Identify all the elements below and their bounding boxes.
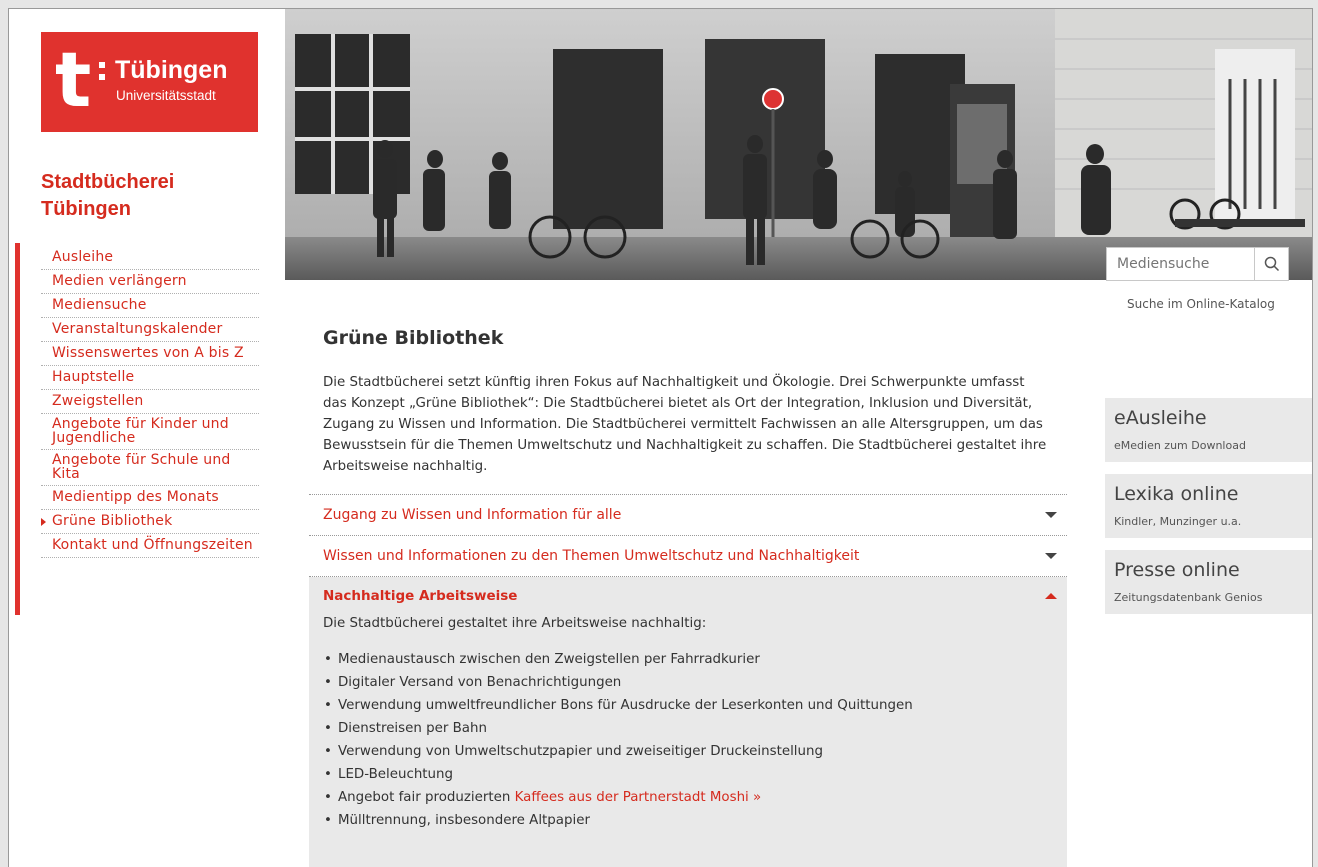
lexika-subtitle: Kindler, Munzinger u.a. xyxy=(1114,515,1242,528)
hero-image xyxy=(285,9,1312,280)
accordion-item-zugang[interactable]: Zugang zu Wissen und Information für all… xyxy=(309,495,1067,536)
search-icon xyxy=(1264,256,1279,272)
list-item: Verwendung von Umweltschutzpapier und zw… xyxy=(323,740,1067,763)
accordion-item-arbeitsweise: Nachhaltige Arbeitsweise Die Stadtbücher… xyxy=(309,577,1067,867)
nav-item-mediensuche[interactable]: Mediensuche xyxy=(41,294,259,318)
page-title: Grüne Bibliothek xyxy=(323,327,504,349)
media-search-input[interactable] xyxy=(1107,248,1254,280)
nav-item-kontakt[interactable]: Kontakt und Öffnungszeiten xyxy=(41,534,259,558)
nav-item-gruene-bibliothek[interactable]: Grüne Bibliothek xyxy=(41,510,259,534)
nav-item-angebote-kinder[interactable]: Angebote für Kinder und Jugendliche xyxy=(41,414,259,450)
logo-letter: t xyxy=(55,35,92,124)
accordion-title[interactable]: Wissen und Informationen zu den Themen U… xyxy=(309,536,1067,576)
nav-item-medientipp[interactable]: Medientipp des Monats xyxy=(41,486,259,510)
caret-down-icon[interactable] xyxy=(1045,512,1057,518)
nav-item-angebote-schule[interactable]: Angebote für Schule und Kita xyxy=(41,450,259,486)
sidebar-nav: Ausleihe Medien verlängern Mediensuche V… xyxy=(41,246,259,558)
page-frame: t Tübingen Universitätsstadt Stadtbücher… xyxy=(8,8,1313,867)
nav-item-zweigstellen[interactable]: Zweigstellen xyxy=(41,390,259,414)
list-item: Medienaustausch zwischen den Zweigstelle… xyxy=(323,648,1067,671)
accordion-body: Die Stadtbücherei gestaltet ihre Arbeits… xyxy=(309,616,1067,832)
lexika-title: Lexika online xyxy=(1114,483,1239,505)
nav-accent-bar xyxy=(15,243,20,615)
logo-name: Tübingen xyxy=(115,56,228,84)
sidebar: t Tübingen Universitätsstadt Stadtbücher… xyxy=(9,9,284,867)
site-title[interactable]: Stadtbücherei Tübingen xyxy=(41,169,261,223)
search-hint-link[interactable]: Suche im Online-Katalog xyxy=(1127,297,1275,311)
list-item: Digitaler Versand von Benachrichtigungen xyxy=(323,671,1067,694)
accordion-lead: Die Stadtbücherei gestaltet ihre Arbeits… xyxy=(323,616,707,631)
eausleihe-subtitle: eMedien zum Download xyxy=(1114,439,1246,452)
nav-item-hauptstelle[interactable]: Hauptstelle xyxy=(41,366,259,390)
accordion-title[interactable]: Nachhaltige Arbeitsweise xyxy=(309,577,1067,615)
eausleihe-title: eAusleihe xyxy=(1114,407,1207,429)
list-item: Verwendung umweltfreundlicher Bons für A… xyxy=(323,694,1067,717)
tuebingen-logo[interactable]: t Tübingen Universitätsstadt xyxy=(41,32,258,132)
accordion-title[interactable]: Zugang zu Wissen und Information für all… xyxy=(309,495,1067,535)
logo-subtitle: Universitätsstadt xyxy=(116,88,216,103)
list-item-coffee: Angebot fair produzierten Kaffees aus de… xyxy=(323,786,1067,809)
nav-item-wissenswertes[interactable]: Wissenswertes von A bis Z xyxy=(41,342,259,366)
presse-online-box[interactable]: Presse online Zeitungsdatenbank Genios xyxy=(1105,550,1312,614)
search-button[interactable] xyxy=(1254,248,1288,280)
presse-title: Presse online xyxy=(1114,559,1240,581)
main-content: Grüne Bibliothek Die Stadtbücherei setzt… xyxy=(309,327,1067,867)
library-facade-photo xyxy=(285,9,1312,280)
list-item: Mülltrennung, insbesondere Altpapier xyxy=(323,809,1067,832)
accordion-item-umweltschutz[interactable]: Wissen und Informationen zu den Themen U… xyxy=(309,536,1067,577)
nav-item-ausleihe[interactable]: Ausleihe xyxy=(41,246,259,270)
caret-down-icon[interactable] xyxy=(1045,553,1057,559)
list-item: Dienstreisen per Bahn xyxy=(323,717,1067,740)
caret-up-icon[interactable] xyxy=(1045,593,1057,599)
media-search-box xyxy=(1106,247,1289,281)
coffee-text: Angebot fair produzierten xyxy=(338,790,511,805)
presse-subtitle: Zeitungsdatenbank Genios xyxy=(1114,591,1263,604)
eausleihe-box[interactable]: eAusleihe eMedien zum Download xyxy=(1105,398,1312,462)
list-item: LED-Beleuchtung xyxy=(323,763,1067,786)
intro-text: Die Stadtbücherei setzt künftig ihren Fo… xyxy=(323,375,1047,474)
measures-list: Medienaustausch zwischen den Zweigstelle… xyxy=(323,648,1067,832)
nav-item-veranstaltungskalender[interactable]: Veranstaltungskalender xyxy=(41,318,259,342)
nav-item-medien-verlaengern[interactable]: Medien verlängern xyxy=(41,270,259,294)
logo-dots-icon xyxy=(99,62,105,84)
coffee-link[interactable]: Kaffees aus der Partnerstadt Moshi » xyxy=(515,790,762,805)
accordion: Zugang zu Wissen und Information für all… xyxy=(309,494,1067,867)
lexika-online-box[interactable]: Lexika online Kindler, Munzinger u.a. xyxy=(1105,474,1312,538)
